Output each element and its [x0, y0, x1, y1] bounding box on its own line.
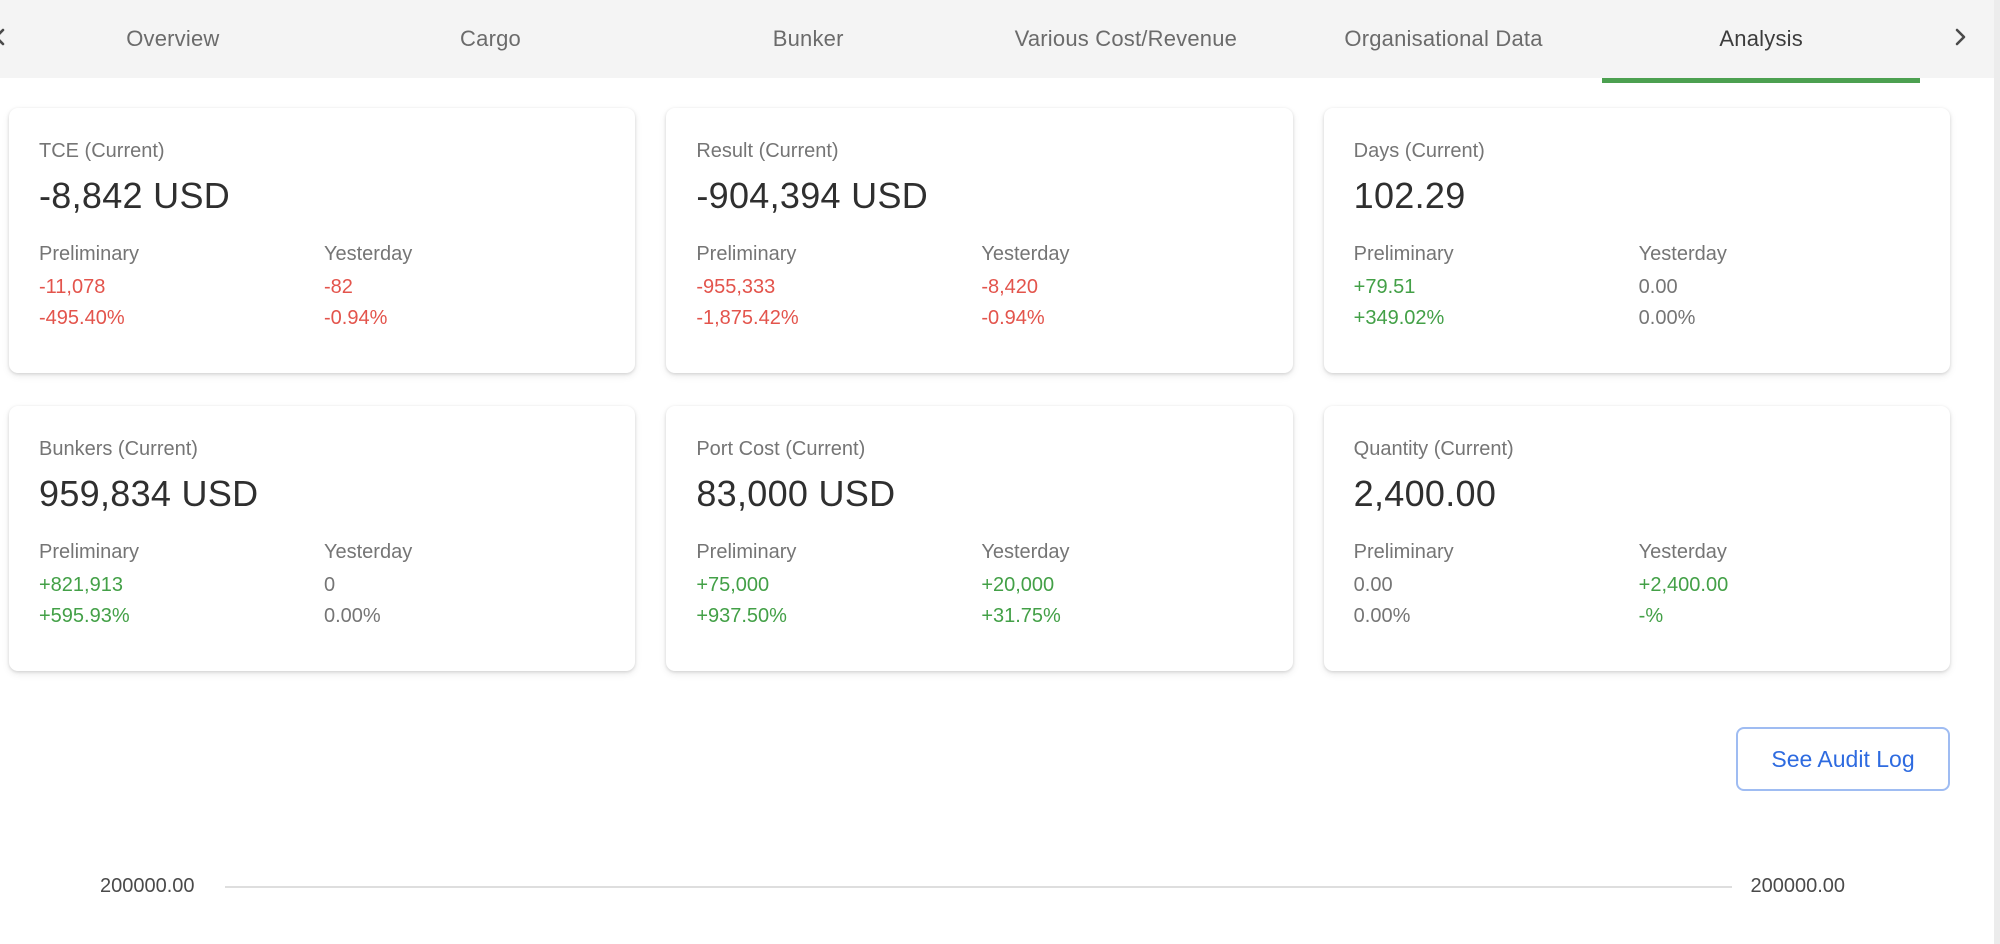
preliminary-value: 0.00 — [1354, 570, 1639, 601]
preliminary-percent: 0.00% — [1354, 601, 1639, 632]
kpi-card-bunkers: Bunkers (Current) 959,834 USD Preliminar… — [9, 406, 635, 671]
tab-bar: Overview Cargo Bunker Various Cost/Reven… — [0, 0, 2000, 78]
preliminary-percent: +937.50% — [696, 601, 981, 632]
analysis-content: TCE (Current) -8,842 USD Preliminary -11… — [0, 78, 2000, 671]
preliminary-label: Preliminary — [696, 541, 981, 564]
kpi-card-port-cost: Port Cost (Current) 83,000 USD Prelimina… — [666, 406, 1292, 671]
tab-bunker[interactable]: Bunker — [649, 0, 967, 78]
card-current-value: 102.29 — [1354, 175, 1920, 217]
card-metrics: Preliminary +821,913 +595.93% Yesterday … — [39, 541, 605, 632]
yesterday-label: Yesterday — [324, 541, 605, 564]
preliminary-label: Preliminary — [39, 541, 324, 564]
yesterday-metric: Yesterday -8,420 -0.94% — [981, 243, 1262, 334]
card-current-value: -904,394 USD — [696, 175, 1262, 217]
preliminary-value: -11,078 — [39, 272, 324, 303]
scale-left-label: 200000.00 — [100, 875, 195, 898]
card-metrics: Preliminary +79.51 +349.02% Yesterday 0.… — [1354, 243, 1920, 334]
kpi-card-tce: TCE (Current) -8,842 USD Preliminary -11… — [9, 108, 635, 373]
yesterday-percent: -0.94% — [981, 303, 1262, 334]
card-current-value: 2,400.00 — [1354, 473, 1920, 515]
card-current-value: -8,842 USD — [39, 175, 605, 217]
preliminary-percent: +349.02% — [1354, 303, 1639, 334]
card-metrics: Preliminary +75,000 +937.50% Yesterday +… — [696, 541, 1262, 632]
preliminary-label: Preliminary — [1354, 243, 1639, 266]
yesterday-value: 0 — [324, 570, 605, 601]
yesterday-metric: Yesterday +2,400.00 -% — [1639, 541, 1920, 632]
tab-various-cost-revenue[interactable]: Various Cost/Revenue — [967, 0, 1285, 78]
tabs-scroll-right-button[interactable] — [1920, 0, 2000, 78]
preliminary-value: +821,913 — [39, 570, 324, 601]
card-metrics: Preliminary -11,078 -495.40% Yesterday -… — [39, 243, 605, 334]
card-title: Port Cost (Current) — [696, 438, 1262, 461]
preliminary-metric: Preliminary -955,333 -1,875.42% — [696, 243, 981, 334]
yesterday-value: +2,400.00 — [1639, 570, 1920, 601]
yesterday-value: +20,000 — [981, 570, 1262, 601]
scale-right-label: 200000.00 — [1750, 875, 1845, 898]
scale-axis-line — [225, 886, 1733, 888]
chevron-right-icon — [1948, 25, 1972, 54]
yesterday-metric: Yesterday +20,000 +31.75% — [981, 541, 1262, 632]
card-title: Bunkers (Current) — [39, 438, 605, 461]
preliminary-label: Preliminary — [1354, 541, 1639, 564]
yesterday-label: Yesterday — [1639, 243, 1920, 266]
tab-organisational-data[interactable]: Organisational Data — [1285, 0, 1603, 78]
yesterday-value: -82 — [324, 272, 605, 303]
preliminary-value: +75,000 — [696, 570, 981, 601]
preliminary-percent: +595.93% — [39, 601, 324, 632]
card-metrics: Preliminary -955,333 -1,875.42% Yesterda… — [696, 243, 1262, 334]
kpi-card-days: Days (Current) 102.29 Preliminary +79.51… — [1324, 108, 1950, 373]
tab-cargo[interactable]: Cargo — [332, 0, 650, 78]
preliminary-metric: Preliminary +79.51 +349.02% — [1354, 243, 1639, 334]
yesterday-percent: 0.00% — [324, 601, 605, 632]
yesterday-value: 0.00 — [1639, 272, 1920, 303]
preliminary-metric: Preliminary +821,913 +595.93% — [39, 541, 324, 632]
yesterday-percent: -% — [1639, 601, 1920, 632]
yesterday-value: -8,420 — [981, 272, 1262, 303]
card-metrics: Preliminary 0.00 0.00% Yesterday +2,400.… — [1354, 541, 1920, 632]
tabs-scroll-left-button[interactable] — [0, 0, 14, 78]
card-title: Result (Current) — [696, 140, 1262, 163]
tab-analysis[interactable]: Analysis — [1602, 0, 1920, 78]
yesterday-percent: -0.94% — [324, 303, 605, 334]
kpi-card-result: Result (Current) -904,394 USD Preliminar… — [666, 108, 1292, 373]
preliminary-metric: Preliminary -11,078 -495.40% — [39, 243, 324, 334]
card-current-value: 959,834 USD — [39, 473, 605, 515]
yesterday-percent: 0.00% — [1639, 303, 1920, 334]
kpi-card-quantity: Quantity (Current) 2,400.00 Preliminary … — [1324, 406, 1950, 671]
yesterday-label: Yesterday — [981, 541, 1262, 564]
preliminary-value: +79.51 — [1354, 272, 1639, 303]
chart-scale-row: 200000.00 200000.00 — [0, 875, 2000, 898]
card-title: Quantity (Current) — [1354, 438, 1920, 461]
actions-row: See Audit Log — [0, 727, 1950, 791]
preliminary-label: Preliminary — [696, 243, 981, 266]
card-current-value: 83,000 USD — [696, 473, 1262, 515]
preliminary-label: Preliminary — [39, 243, 324, 266]
preliminary-percent: -1,875.42% — [696, 303, 981, 334]
kpi-card-grid: TCE (Current) -8,842 USD Preliminary -11… — [9, 108, 1950, 671]
preliminary-metric: Preliminary 0.00 0.00% — [1354, 541, 1639, 632]
preliminary-metric: Preliminary +75,000 +937.50% — [696, 541, 981, 632]
yesterday-percent: +31.75% — [981, 601, 1262, 632]
yesterday-metric: Yesterday 0.00 0.00% — [1639, 243, 1920, 334]
tab-overview[interactable]: Overview — [14, 0, 332, 78]
yesterday-metric: Yesterday 0 0.00% — [324, 541, 605, 632]
preliminary-value: -955,333 — [696, 272, 981, 303]
yesterday-metric: Yesterday -82 -0.94% — [324, 243, 605, 334]
see-audit-log-button[interactable]: See Audit Log — [1736, 727, 1950, 791]
vertical-scrollbar[interactable] — [1994, 0, 2000, 944]
yesterday-label: Yesterday — [981, 243, 1262, 266]
yesterday-label: Yesterday — [1639, 541, 1920, 564]
card-title: Days (Current) — [1354, 140, 1920, 163]
preliminary-percent: -495.40% — [39, 303, 324, 334]
yesterday-label: Yesterday — [324, 243, 605, 266]
chevron-left-icon — [0, 25, 12, 54]
card-title: TCE (Current) — [39, 140, 605, 163]
